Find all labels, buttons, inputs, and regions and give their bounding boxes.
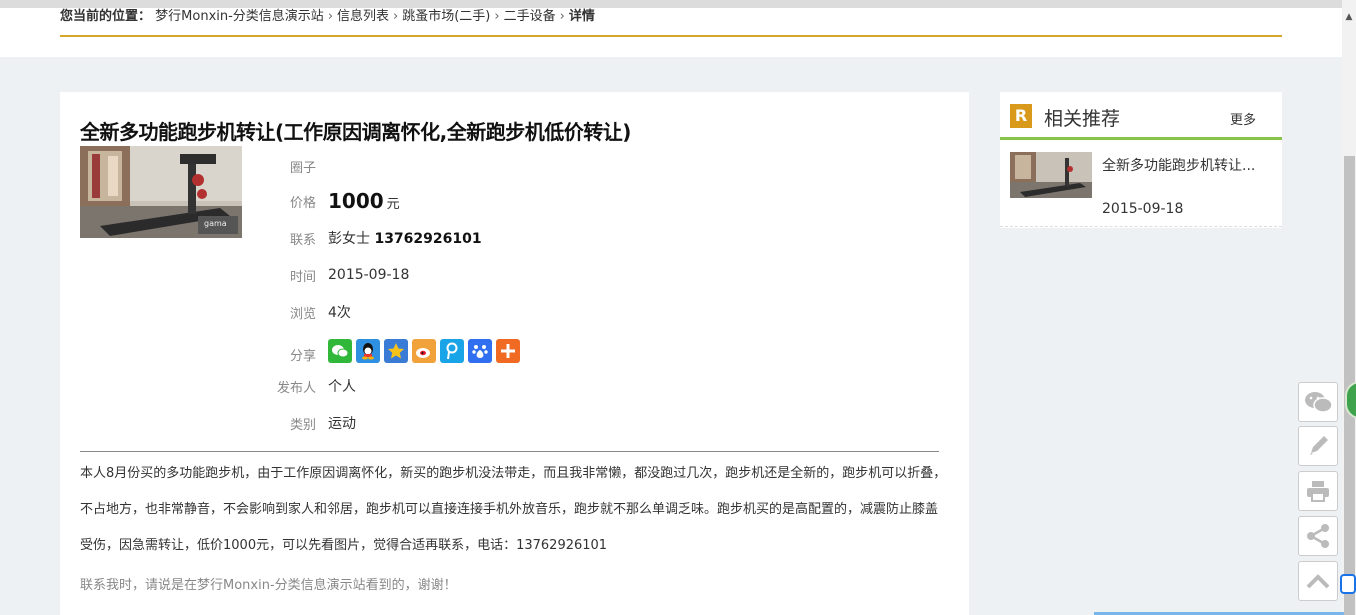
field-label: 类别 <box>289 417 316 433</box>
more-share-icon[interactable] <box>496 339 520 363</box>
field-label: 价格 <box>289 195 316 211</box>
field-label: 联系 <box>289 232 316 248</box>
breadcrumb-link-market[interactable]: 跳蚤市场(二手) <box>402 9 490 24</box>
float-edit-button[interactable] <box>1298 426 1338 466</box>
related-item-title[interactable]: 全新多功能跑步机转让... <box>1102 155 1255 175</box>
print-icon <box>1307 481 1329 502</box>
category-value: 运动 <box>328 416 356 432</box>
field-label: 圈子 <box>289 160 316 176</box>
related-badge: R <box>1010 104 1032 128</box>
field-time: 时间 2015-09-18 <box>260 264 409 286</box>
contact-note: 联系我时，请说是在梦行Monxin-分类信息演示站看到的，谢谢！ <box>80 578 457 593</box>
field-label: 发布人 <box>276 380 316 396</box>
browser-top-strip <box>0 0 1342 8</box>
contact-phone[interactable]: 13762926101 <box>374 231 481 247</box>
related-item-photo[interactable] <box>1010 152 1092 198</box>
float-print-button[interactable] <box>1298 471 1338 511</box>
listing-description: 本人8月份买的多功能跑步机，由于工作原因调离怀化，新买的跑步机没法带走，而且我非… <box>80 466 947 553</box>
tencent-weibo-icon[interactable] <box>440 339 464 363</box>
breadcrumb-current: 详情 <box>568 9 595 24</box>
field-views: 浏览 4次 <box>260 301 351 323</box>
baidu-icon[interactable] <box>468 339 492 363</box>
field-label: 浏览 <box>289 306 316 322</box>
field-publisher: 发布人 个人 <box>260 375 356 397</box>
listing-title: 全新多功能跑步机转让(工作原因调离怀化,全新跑步机低价转让) <box>80 120 631 144</box>
scroll-up-arrow-icon[interactable]: ▲ <box>1342 8 1356 26</box>
views-value: 4次 <box>328 305 351 321</box>
breadcrumb-label: 您当前的位置： <box>60 9 152 24</box>
listing-photo[interactable]: gama <box>80 146 242 238</box>
qq-icon[interactable] <box>356 339 380 363</box>
price-value: 1000 <box>328 189 384 213</box>
field-share: 分享 <box>260 338 520 364</box>
related-title: 相关推荐 <box>1044 108 1121 130</box>
back-to-top-icon <box>1306 574 1330 589</box>
more-link[interactable]: 更多 <box>1230 109 1256 128</box>
related-header: R 相关推荐 更多 <box>1000 92 1282 140</box>
field-contact: 联系 彭女士 13762926101 <box>260 227 482 249</box>
related-panel: R 相关推荐 更多 全新多功能跑步机转让... 2015-09-18 <box>1000 92 1282 228</box>
back-to-top-button[interactable] <box>1298 561 1338 601</box>
related-panel-border <box>1000 226 1282 228</box>
divider <box>80 451 939 452</box>
field-label: 分享 <box>289 348 316 364</box>
share-icon <box>1307 524 1329 548</box>
field-circle: 圈子 <box>260 155 328 177</box>
price-unit: 元 <box>386 197 400 212</box>
wechat-icon <box>1305 392 1333 413</box>
share-buttons <box>328 339 520 363</box>
float-share-button[interactable] <box>1298 516 1338 556</box>
weibo-icon[interactable] <box>412 339 436 363</box>
field-price: 价格 1000 元 <box>260 189 400 213</box>
breadcrumb-link-list[interactable]: 信息列表 <box>337 9 389 24</box>
breadcrumb-separator-icon: › <box>327 9 334 24</box>
field-category: 类别 运动 <box>260 412 356 434</box>
field-label: 时间 <box>289 269 316 285</box>
related-item-date: 2015-09-18 <box>1102 201 1184 217</box>
listing-panel: 全新多功能跑步机转让(工作原因调离怀化,全新跑步机低价转让) gama 圈子 价… <box>60 92 969 615</box>
publisher-value: 个人 <box>328 379 356 395</box>
float-wechat-button[interactable] <box>1298 382 1338 422</box>
contact-name: 彭女士 <box>328 231 370 247</box>
breadcrumb-bar: 您当前的位置： 梦行Monxin-分类信息演示站 › 信息列表 › 跳蚤市场(二手) › 二… <box>0 8 1342 57</box>
breadcrumb-separator-icon: › <box>559 9 565 24</box>
time-value: 2015-09-18 <box>328 267 410 283</box>
breadcrumb-link-site[interactable]: 梦行Monxin-分类信息演示站 <box>155 9 324 24</box>
corner-widget-icon[interactable] <box>1340 574 1356 594</box>
wechat-icon[interactable] <box>328 339 352 363</box>
qzone-icon[interactable] <box>384 339 408 363</box>
breadcrumb: 您当前的位置： 梦行Monxin-分类信息演示站 › 信息列表 › 跳蚤市场(二手) › 二… <box>60 8 1282 37</box>
svg-text:gama: gama <box>204 219 227 228</box>
edit-icon <box>1310 436 1328 455</box>
breadcrumb-link-equipment[interactable]: 二手设备 <box>504 9 556 24</box>
breadcrumb-separator-icon: › <box>393 9 399 24</box>
breadcrumb-separator-icon: › <box>494 9 500 24</box>
